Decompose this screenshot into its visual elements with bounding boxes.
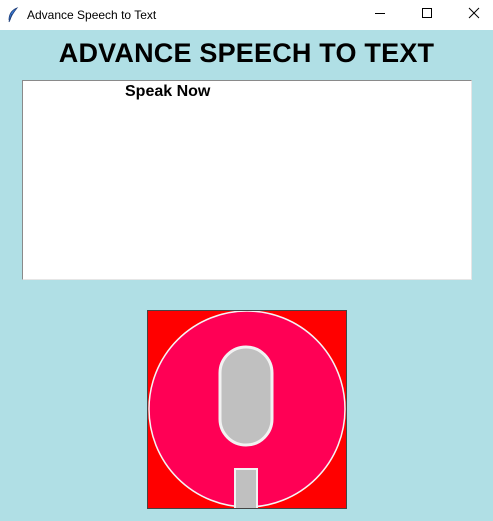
- page-title: ADVANCE SPEECH TO TEXT: [58, 38, 435, 68]
- maximize-icon: [421, 6, 433, 24]
- transcript-area[interactable]: Speak Now: [22, 80, 472, 280]
- close-icon: [468, 6, 480, 24]
- close-button[interactable]: [451, 0, 493, 30]
- maximize-button[interactable]: [404, 0, 450, 30]
- window-title: Advance Speech to Text: [27, 8, 157, 22]
- minimize-icon: [374, 6, 386, 24]
- title-bar[interactable]: Advance Speech to Text: [0, 0, 493, 30]
- feather-icon: [6, 7, 20, 23]
- microphone-button[interactable]: [147, 310, 347, 509]
- window-body: ADVANCE SPEECH TO TEXT Speak Now: [0, 30, 493, 521]
- speak-now-label: Speak Now: [125, 83, 211, 100]
- minimize-button[interactable]: [357, 0, 403, 30]
- app-window: Advance Speech to Text ADVANCE SPEECH TO…: [0, 0, 493, 521]
- microphone-icon: [148, 311, 346, 508]
